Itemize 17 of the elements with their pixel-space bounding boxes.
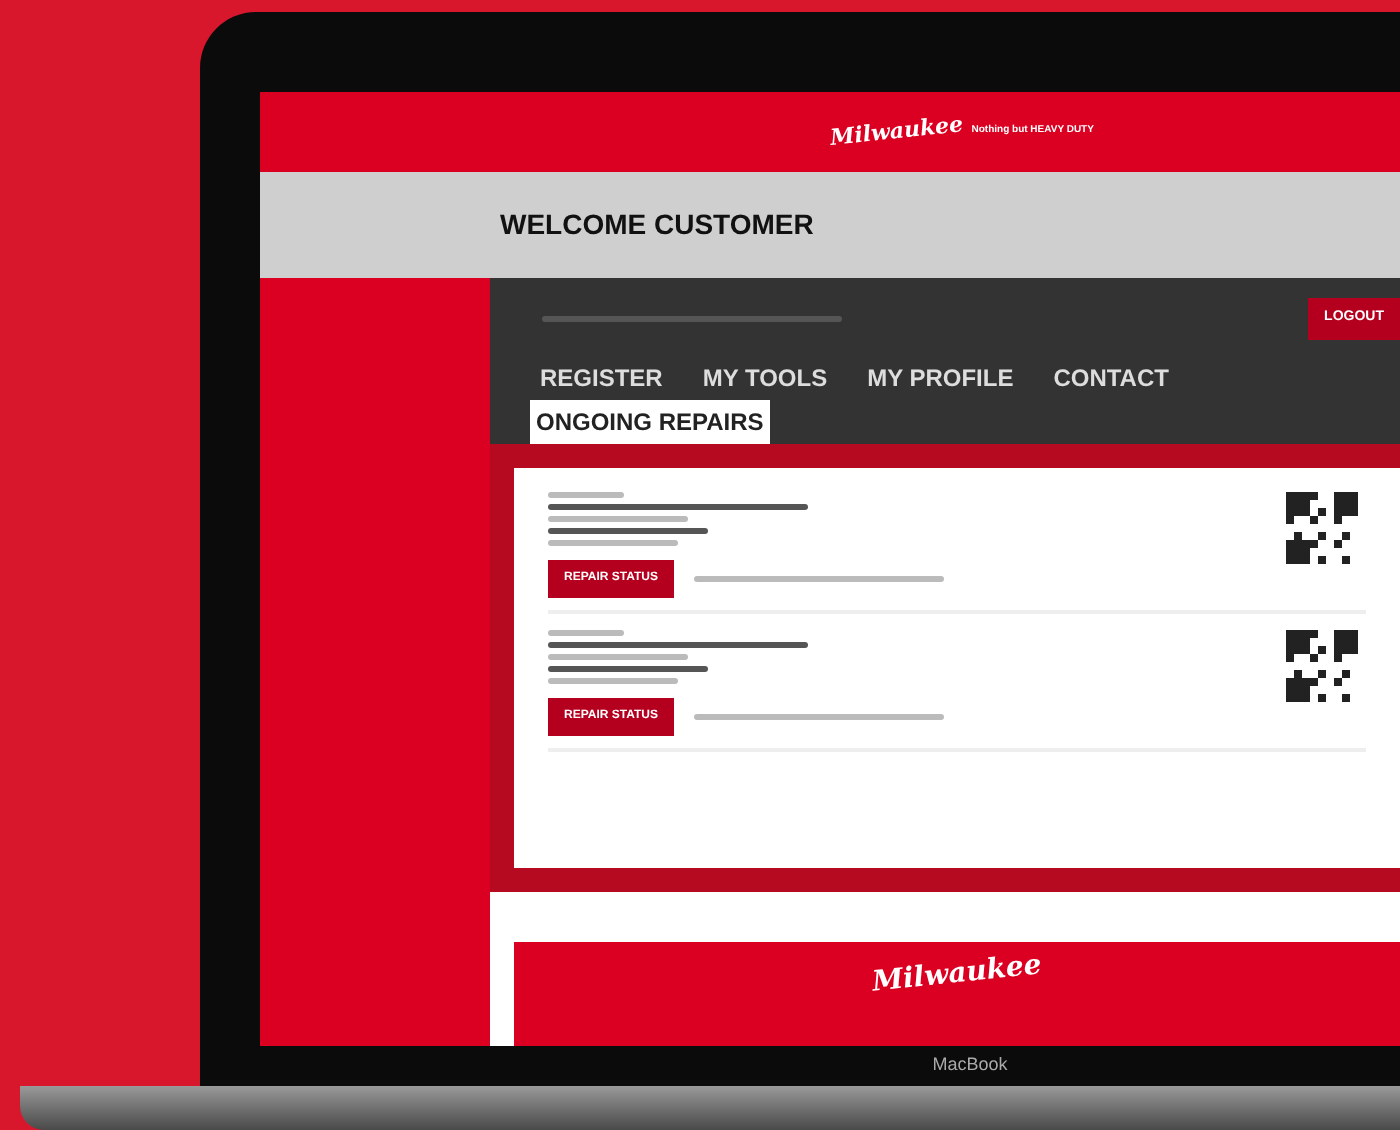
logo: Milwaukee xyxy=(870,946,1044,1002)
blurred-text-line xyxy=(548,491,624,497)
nav-tab[interactable]: CONTACT xyxy=(1047,355,1175,399)
logo: Milwaukee xyxy=(828,108,965,155)
blurred-text-line xyxy=(548,539,678,545)
blurred-text-line xyxy=(548,677,678,683)
welcome-heading: WELCOME CUSTOMER xyxy=(500,206,814,244)
nav-tab[interactable]: MY PROFILE xyxy=(861,355,1020,399)
nav-tab[interactable]: MY TOOLS xyxy=(696,355,834,399)
qr-code-icon xyxy=(1286,629,1358,701)
blurred-text-line xyxy=(548,515,688,521)
nav-tab[interactable]: REGISTER xyxy=(534,355,669,399)
blurred-text-line xyxy=(548,653,688,659)
laptop-label: MacBook xyxy=(930,1052,1008,1079)
blurred-text-line xyxy=(548,629,624,635)
qr-code-icon xyxy=(1286,491,1358,563)
nav-tab[interactable]: ONGOING REPAIRS xyxy=(530,399,770,443)
